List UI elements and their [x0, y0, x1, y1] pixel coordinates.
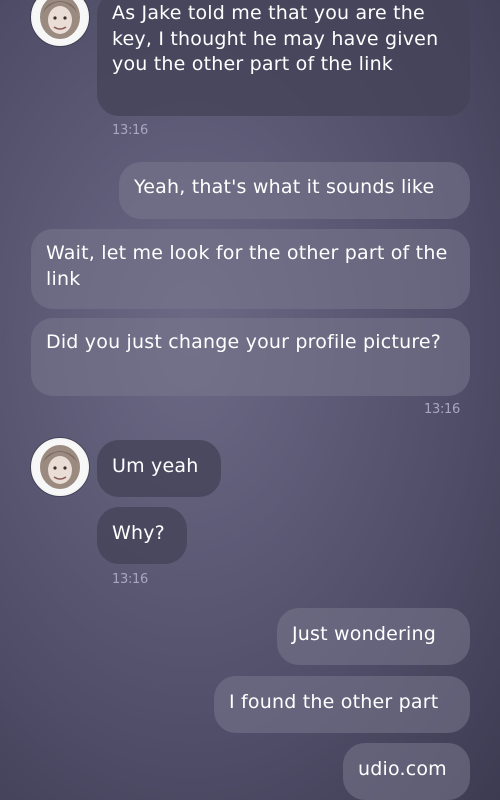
message-bubble-outgoing[interactable]: Just wondering: [277, 608, 470, 665]
message-timestamp: 13:16: [112, 572, 148, 587]
message-text: udio.com: [358, 758, 447, 780]
avatar-photo-icon: [33, 0, 87, 44]
contact-avatar[interactable]: [31, 0, 89, 46]
message-text: Did you just change your profile picture…: [46, 331, 442, 353]
message-text: Yeah, that's what it sounds like: [134, 176, 435, 198]
message-bubble-outgoing[interactable]: Yeah, that's what it sounds like: [119, 162, 470, 219]
message-bubble-outgoing[interactable]: Did you just change your profile picture…: [31, 318, 470, 396]
message-text: Wait, let me look for the other part of …: [46, 242, 448, 290]
message-bubble-outgoing[interactable]: I found the other part: [214, 676, 470, 733]
message-bubble-incoming[interactable]: Um yeah: [97, 440, 221, 497]
avatar-photo-icon: [33, 440, 87, 494]
contact-avatar[interactable]: [31, 438, 89, 496]
message-text: Just wondering: [292, 623, 436, 645]
message-bubble-outgoing[interactable]: udio.com: [343, 743, 470, 800]
message-bubble-outgoing[interactable]: Wait, let me look for the other part of …: [31, 229, 470, 309]
chat-thread[interactable]: As Jake told me that you are the key, I …: [0, 0, 500, 800]
message-text: As Jake told me that you are the key, I …: [112, 2, 439, 75]
message-timestamp: 13:16: [112, 123, 148, 138]
message-bubble-incoming[interactable]: As Jake told me that you are the key, I …: [97, 0, 470, 116]
message-text: Why?: [112, 522, 165, 544]
message-text: Um yeah: [112, 455, 199, 477]
message-bubble-incoming[interactable]: Why?: [97, 507, 187, 564]
message-text: I found the other part: [229, 691, 439, 713]
message-timestamp: 13:16: [424, 402, 460, 417]
